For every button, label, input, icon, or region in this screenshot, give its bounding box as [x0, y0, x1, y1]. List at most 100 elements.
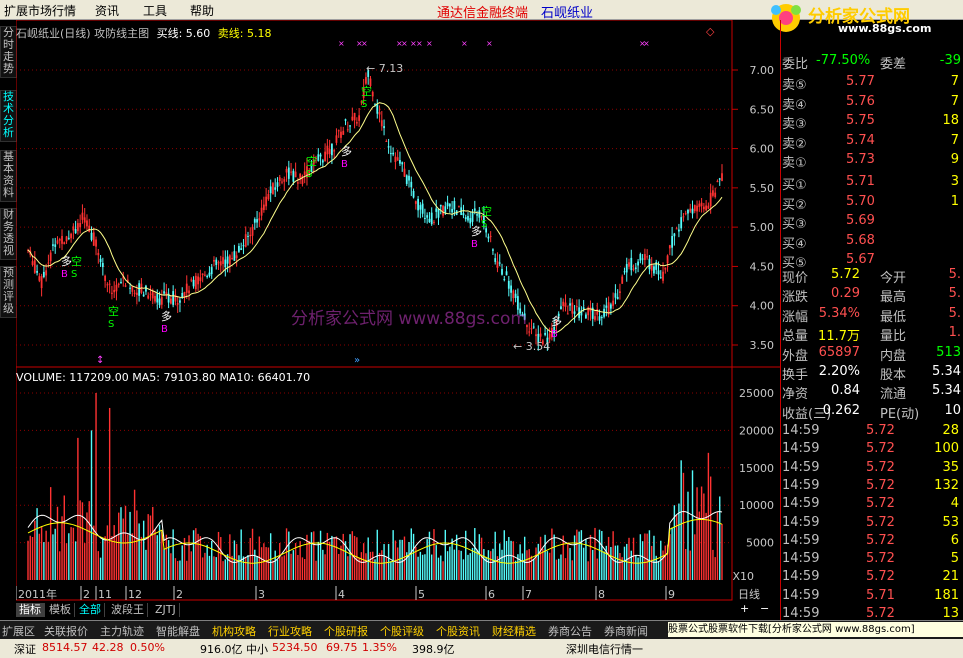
trade-tick-row[interactable]: 14:59 5.71 181	[780, 587, 963, 606]
chart-area[interactable]: 7.00 6.50 6.00 5.50 5.00 4.50 4.00 3.50 25000 200…	[16, 20, 780, 601]
tick-volume: 100	[934, 441, 959, 457]
bb-broker-notice[interactable]: 券商公告	[548, 623, 592, 639]
candle-body	[83, 217, 86, 223]
bb-finance-select[interactable]: 财经精选	[492, 623, 536, 639]
stat-row[interactable]: 总量 11.7万 量比 1.	[780, 324, 963, 344]
book-price: 5.71	[846, 174, 875, 189]
tab-band-king[interactable]: 波段王	[108, 603, 148, 617]
candle-body	[192, 279, 195, 287]
candle-body	[38, 276, 41, 281]
volume-bar	[299, 541, 301, 580]
bb-broker-news[interactable]: 券商新闻	[604, 623, 648, 639]
tab-fundamentals[interactable]: 基本资料	[0, 150, 17, 202]
volume-bar	[594, 527, 596, 580]
menu-news[interactable]: 资讯	[95, 2, 119, 19]
bb-stock-report[interactable]: 个股研报	[324, 623, 368, 639]
bb-main-track[interactable]: 主力轨迹	[100, 623, 144, 639]
bb-stock-rating[interactable]: 个股评级	[380, 623, 424, 639]
volume-bar	[208, 555, 211, 580]
volume-bar	[428, 531, 431, 580]
ad-banner[interactable]: 股票公式股票软件下载[分析家公式网 www.88gs.com]	[668, 622, 963, 637]
trade-tick-row[interactable]: 14:59 5.72 28	[780, 422, 963, 441]
book-row[interactable]: 买① 5.71 3	[780, 173, 963, 193]
tick-volume: 6	[950, 532, 959, 548]
book-row[interactable]: 卖⑤ 5.77 7	[780, 73, 963, 93]
volume-bar	[315, 560, 317, 580]
trade-tick-row[interactable]: 14:59 5.72 21	[780, 568, 963, 587]
zx-pct: 1.35%	[362, 641, 397, 654]
stat-row[interactable]: 换手 2.20% 股本 5.34	[780, 363, 963, 383]
zoom-out-button[interactable]: −	[760, 602, 769, 615]
tab-rating[interactable]: 预测评级	[0, 266, 17, 318]
stat-row[interactable]: 外盘 65897 内盘 513	[780, 344, 963, 364]
trade-tick-row[interactable]: 14:59 5.72 35	[780, 459, 963, 478]
book-price: 5.70	[846, 193, 875, 209]
volume-bar	[372, 551, 374, 580]
volume-bar	[632, 537, 635, 580]
candle-body	[668, 245, 671, 249]
candle-body	[208, 272, 211, 276]
volume-bar	[213, 556, 215, 580]
menu-help[interactable]: 帮助	[190, 2, 214, 19]
trade-tick-row[interactable]: 14:59 5.72 100	[780, 440, 963, 459]
stat-value: 5.72	[831, 267, 860, 282]
bb-related-quotes[interactable]: 关联报价	[44, 623, 88, 639]
stat-row[interactable]: 涨幅 5.34% 最低 5.	[780, 305, 963, 325]
candle-body	[355, 122, 358, 124]
candle-body	[693, 205, 696, 212]
volume-bar	[43, 542, 45, 580]
function-bar: 扩展区 关联报价 主力轨迹 智能解盘 机构攻略 行业攻略 个股研报 个股评级 个…	[0, 620, 963, 639]
trade-tick-row[interactable]: 14:59 5.72 6	[780, 532, 963, 551]
bb-institution[interactable]: 机构攻略	[212, 623, 256, 639]
candle-body	[244, 234, 247, 247]
order-ratio-row[interactable]: 委比 -77.50% 委差 -39	[780, 52, 963, 72]
candle-body	[666, 255, 669, 264]
volume-bar	[211, 541, 213, 580]
stat-row[interactable]: 收益(三) 0.262 PE(动) 10	[780, 402, 963, 422]
book-row[interactable]: 买④ 5.68	[780, 232, 963, 252]
volume-bar	[195, 528, 197, 580]
tab-technical[interactable]: 技术分析	[0, 90, 17, 142]
book-row[interactable]: 卖③ 5.75 18	[780, 112, 963, 132]
book-price: 5.75	[846, 113, 875, 129]
bb-expand-area[interactable]: 扩展区	[2, 623, 35, 639]
volume-bar	[49, 487, 52, 580]
menu-tools[interactable]: 工具	[143, 2, 167, 19]
bb-stock-news[interactable]: 个股资讯	[436, 623, 480, 639]
volume-bar	[412, 533, 415, 580]
stat-row[interactable]: 现价 5.72 今开 5.	[780, 266, 963, 286]
tab-all[interactable]: 全部	[76, 603, 105, 617]
book-row[interactable]: 买③ 5.69	[780, 212, 963, 232]
tab-intraday[interactable]: 分时走势	[0, 26, 17, 78]
volume-bar	[81, 502, 84, 580]
tab-template[interactable]: 模板	[46, 603, 75, 617]
volume-bar	[138, 523, 140, 580]
tab-finance[interactable]: 财务透视	[0, 208, 17, 260]
scroll-marker-right: »	[354, 355, 360, 366]
trade-tick-row[interactable]: 14:59 5.72 53	[780, 514, 963, 533]
trade-tick-row[interactable]: 14:59 5.72 5	[780, 550, 963, 569]
volume-bar	[331, 535, 333, 580]
book-row[interactable]: 买② 5.70 1	[780, 193, 963, 213]
bb-industry[interactable]: 行业攻略	[268, 623, 312, 639]
candle-body	[142, 294, 145, 297]
candle-body	[512, 290, 515, 299]
book-row[interactable]: 卖② 5.74 7	[780, 132, 963, 152]
trade-tick-row[interactable]: 14:59 5.72 132	[780, 477, 963, 496]
volume-bar	[551, 528, 553, 580]
zoom-in-button[interactable]: +	[740, 602, 749, 615]
menu-expand-market[interactable]: 扩展市场行情	[4, 2, 76, 19]
trade-tick-row[interactable]: 14:59 5.72 4	[780, 495, 963, 514]
book-row[interactable]: 卖④ 5.76 7	[780, 93, 963, 113]
tab-zjtj[interactable]: ZJTJ	[152, 603, 180, 617]
stat-value: 0.29	[831, 286, 860, 302]
stat-row[interactable]: 净资 0.84 流通 5.34	[780, 382, 963, 402]
volume-bar	[712, 549, 714, 580]
volume-bar	[648, 530, 651, 580]
candle-body	[442, 205, 444, 216]
stat-row[interactable]: 涨跌 0.29 最高 5.	[780, 285, 963, 305]
indicator-tabs: 指标 模板 全部 波段王 ZJTJ + −	[0, 602, 780, 618]
tab-indicator[interactable]: 指标	[16, 603, 45, 617]
book-row[interactable]: 卖① 5.73 9	[780, 151, 963, 171]
bb-smart-analysis[interactable]: 智能解盘	[156, 623, 200, 639]
